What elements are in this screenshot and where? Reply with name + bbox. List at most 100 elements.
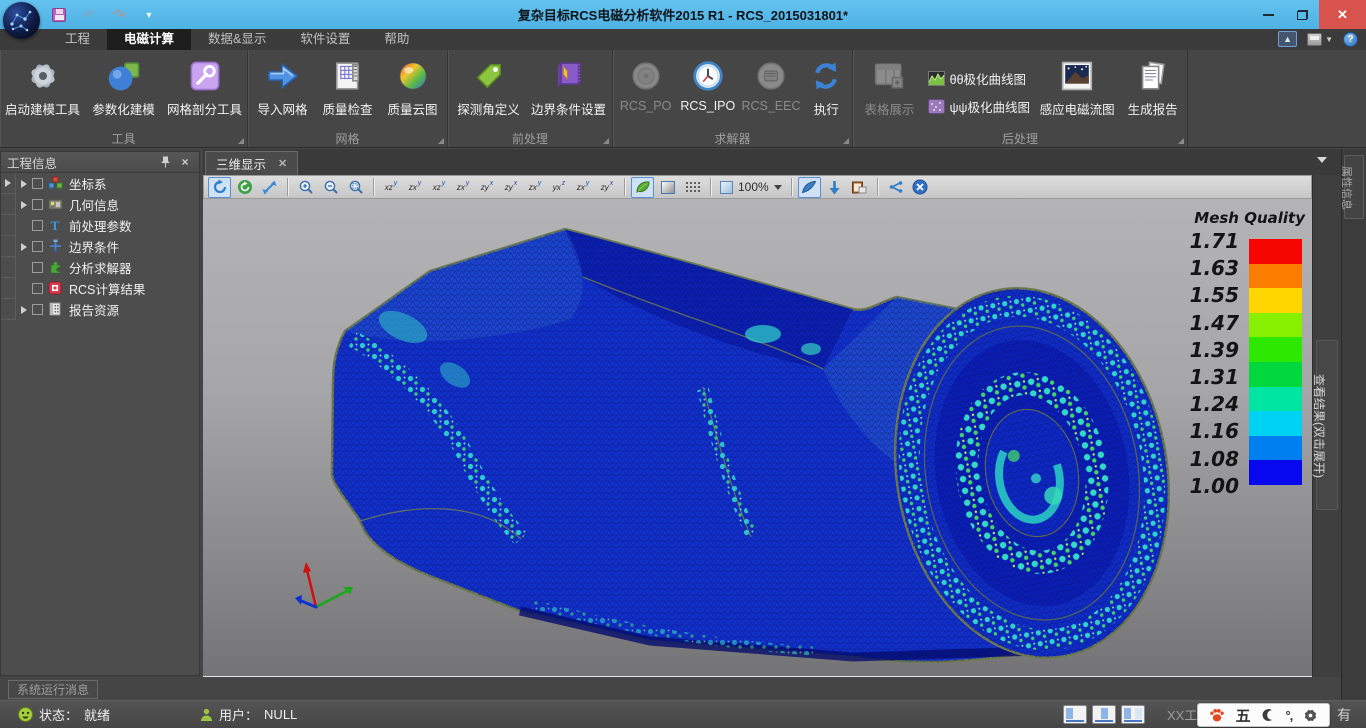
start-modeling-tool-button[interactable]: 启动建模工具 — [2, 55, 83, 129]
psi-polarization-curve-button[interactable]: ψψ极化曲线图 — [928, 97, 1030, 116]
legend-swatch — [1249, 387, 1302, 412]
restore-button[interactable] — [1285, 0, 1319, 29]
view-button-1[interactable]: xzy — [380, 177, 402, 198]
menu-tab-data-display[interactable]: 数据&显示 — [191, 29, 283, 50]
expander-icon[interactable] — [21, 243, 27, 251]
tab-close-icon[interactable]: ✕ — [278, 157, 287, 170]
boundary-book-icon — [551, 58, 587, 94]
table-display-button[interactable]: 表格展示 — [855, 55, 924, 129]
tree-checkbox[interactable] — [32, 283, 43, 294]
panel-close-icon[interactable]: × — [177, 155, 193, 169]
link-views-button[interactable] — [884, 177, 907, 198]
layout-button-center[interactable] — [1092, 705, 1116, 724]
zoom-window-button[interactable] — [344, 177, 367, 198]
tree-row-preprocess-params[interactable]: T 前处理参数 — [1, 215, 199, 236]
tree-row-analysis-solver[interactable]: 分析求解器 — [1, 257, 199, 278]
surface-mode-button[interactable] — [798, 177, 821, 198]
legend-title: Mesh Quality — [1175, 209, 1305, 227]
tab-list-dropdown-icon[interactable] — [1317, 157, 1327, 163]
menu-tab-em-compute[interactable]: 电磁计算 — [107, 29, 191, 50]
tree-checkbox[interactable] — [32, 262, 43, 273]
panel-layout-button[interactable]: ▼ — [1307, 33, 1333, 46]
view-button-8[interactable]: yxz — [548, 177, 570, 198]
help-button[interactable]: ? — [1343, 32, 1358, 47]
zoom-out-button[interactable] — [319, 177, 342, 198]
tree-checkbox[interactable] — [32, 199, 43, 210]
boundary-condition-setting-button[interactable]: 边界条件设置 — [527, 55, 610, 129]
system-message-tab[interactable]: 系统运行消息 — [8, 680, 98, 699]
solver-rcs-eec-button[interactable]: RCS_EEC — [739, 55, 802, 129]
solver-rcs-po-button[interactable]: RCS_PO — [615, 55, 676, 129]
parametric-modeling-button[interactable]: 参数化建模 — [83, 55, 164, 129]
tree-row-rcs-results[interactable]: RCS计算结果 — [1, 278, 199, 299]
menu-tab-project[interactable]: 工程 — [48, 29, 107, 50]
flat-shading-button[interactable] — [656, 177, 679, 198]
view-button-10[interactable]: zyx — [596, 177, 618, 198]
minimize-button[interactable] — [1251, 0, 1285, 29]
tree-row-report-resources[interactable]: 报告资源 — [1, 299, 199, 320]
close-button[interactable]: ✕ — [1319, 0, 1366, 29]
menu-tab-help[interactable]: 帮助 — [367, 29, 426, 50]
close-view-button[interactable] — [909, 177, 932, 198]
tree-checkbox[interactable] — [32, 304, 43, 315]
zoom-level-control[interactable]: 100% — [717, 180, 785, 194]
view-button-4[interactable]: zxy — [452, 177, 474, 198]
copy-view-button[interactable] — [848, 177, 871, 198]
ime-punctuation-toggle[interactable]: °, — [1285, 708, 1292, 723]
view-button-7[interactable]: zxy — [524, 177, 546, 198]
tree-checkbox[interactable] — [32, 241, 43, 252]
ribbon-collapse-button[interactable]: ▲ — [1278, 31, 1297, 47]
orbit-rotate-button[interactable] — [208, 177, 231, 198]
view-results-vertical-tab[interactable]: 查看结果(双击展开) — [1316, 340, 1338, 510]
group-expand-icon[interactable] — [603, 138, 609, 144]
tab-3d-display[interactable]: 三维显示 ✕ — [205, 151, 298, 175]
layout-button-right[interactable] — [1121, 705, 1145, 724]
wireframe-dots-button[interactable] — [681, 177, 704, 198]
execute-button[interactable]: 执行 — [803, 55, 850, 129]
group-expand-icon[interactable] — [1178, 138, 1184, 144]
mesh-partition-tool-button[interactable]: 网格剖分工具 — [164, 55, 245, 129]
view-button-3[interactable]: xzy — [428, 177, 450, 198]
view-button-5[interactable]: zyx — [476, 177, 498, 198]
ime-fullhalf-moon-icon[interactable] — [1261, 708, 1275, 722]
expander-icon[interactable] — [21, 306, 27, 314]
group-expand-icon[interactable] — [438, 138, 444, 144]
app-logo-icon[interactable] — [3, 2, 40, 39]
theta-curve-icon — [928, 71, 945, 86]
ime-mode-toggle[interactable]: 五 — [1236, 705, 1251, 726]
move-down-button[interactable] — [823, 177, 846, 198]
view-button-2[interactable]: zxy — [404, 177, 426, 198]
property-info-vertical-tab[interactable]: 属性信息 — [1344, 155, 1364, 219]
refresh-view-button[interactable] — [233, 177, 256, 198]
probe-angle-define-button[interactable]: 探测角定义 — [450, 55, 527, 129]
theta-polarization-curve-button[interactable]: θθ极化曲线图 — [928, 69, 1030, 88]
tree-row-coordinate-system[interactable]: 坐标系 — [1, 173, 199, 194]
ime-settings-gear-icon[interactable] — [1303, 708, 1318, 723]
group-expand-icon[interactable] — [238, 138, 244, 144]
pin-icon[interactable] — [161, 156, 177, 168]
induced-current-map-button[interactable]: 感应电磁流图 — [1034, 55, 1120, 129]
legend-tick: 1.16 — [1175, 420, 1239, 447]
quality-check-button[interactable]: 质量检查 — [315, 55, 380, 129]
expander-icon[interactable] — [21, 201, 27, 209]
tree-row-geometry-info[interactable]: 几何信息 — [1, 194, 199, 215]
tree-checkbox[interactable] — [32, 178, 43, 189]
view-button-9[interactable]: zxy — [572, 177, 594, 198]
tree-checkbox[interactable] — [32, 220, 43, 231]
bottom-tab-row: 系统运行消息 — [0, 677, 1341, 700]
solver-rcs-ipo-button[interactable]: RCS_IPO — [676, 55, 739, 129]
pan-zoom-button[interactable] — [258, 177, 281, 198]
import-mesh-button[interactable]: 导入网格 — [250, 55, 315, 129]
expander-icon[interactable] — [21, 180, 27, 188]
tree-row-boundary-conditions[interactable]: 边界条件 — [1, 236, 199, 257]
menu-tab-settings[interactable]: 软件设置 — [283, 29, 367, 50]
zoom-in-button[interactable] — [294, 177, 317, 198]
view-button-6[interactable]: zyx — [500, 177, 522, 198]
generate-report-button[interactable]: 生成报告 — [1120, 55, 1185, 129]
layout-button-left[interactable] — [1063, 705, 1087, 724]
ime-paw-icon[interactable] — [1209, 707, 1225, 723]
smooth-shading-button[interactable] — [631, 177, 654, 198]
quality-cloud-map-button[interactable]: 质量云图 — [380, 55, 445, 129]
3d-viewport[interactable]: Mesh Quality 1.71 1.63 1.55 1.47 1.39 1.… — [203, 199, 1312, 677]
group-expand-icon[interactable] — [843, 138, 849, 144]
